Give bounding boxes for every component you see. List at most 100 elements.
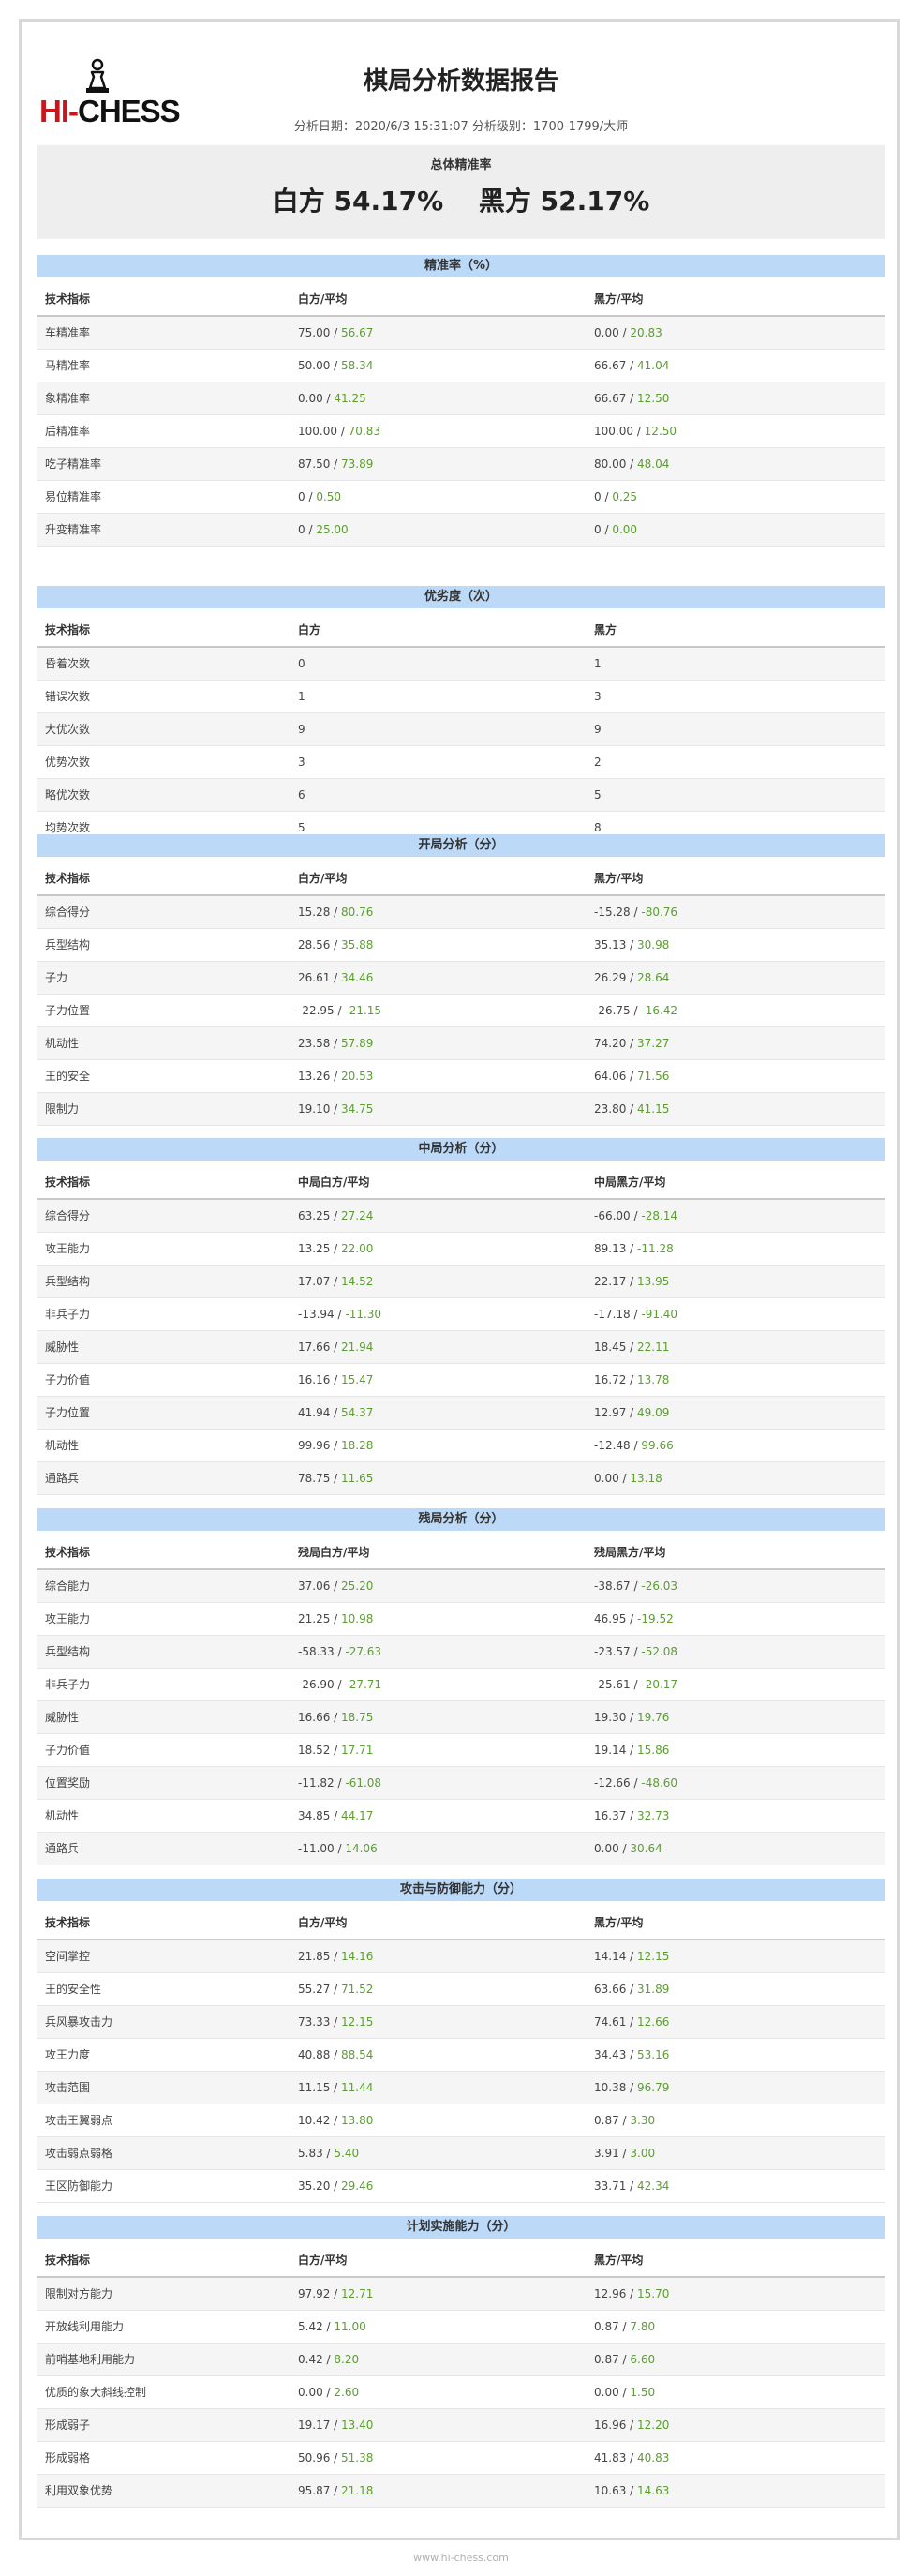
black-value: 0.00 (594, 2386, 619, 2399)
table-row: 形成弱子 19.17 / 13.40 16.96 / 12.20 (37, 2409, 885, 2442)
black-average: -19.52 (637, 1612, 674, 1625)
column-header: 白方/平均 (298, 292, 348, 306)
value-separator: / (322, 2147, 335, 2160)
black-value-cell: 3.91 / 3.00 (594, 2137, 655, 2169)
metric-name: 利用双象优势 (45, 2484, 113, 2497)
value-separator: / (630, 1580, 642, 1593)
black-value-cell: -17.18 / -91.40 (594, 1298, 677, 1330)
table-row: 错误次数 1 3 (37, 681, 885, 713)
black-value-cell: 19.14 / 15.86 (594, 1734, 669, 1766)
metric-name: 限制力 (45, 1102, 80, 1116)
white-average: 27.24 (341, 1209, 374, 1222)
value-separator: / (626, 1983, 638, 1996)
value-separator: / (330, 1809, 342, 1822)
white-average: 35.88 (341, 938, 374, 951)
column-header: 中局白方/平均 (298, 1176, 370, 1189)
section-table: 计划实施能力（分） 技术指标 白方/平均 黑方/平均 限制对方能力 97.92 / 12.… (37, 2216, 885, 2508)
black-value-cell: 33.71 / 42.34 (594, 2170, 669, 2202)
metric-name: 子力价值 (45, 1373, 91, 1386)
black-value-cell: 80.00 / 48.04 (594, 448, 669, 480)
value-separator: / (626, 1070, 638, 1083)
black-value-cell: -12.48 / 99.66 (594, 1430, 674, 1461)
white-value: 21.25 (298, 1612, 331, 1625)
section-table: 优劣度（次） 技术指标 白方 黑方 昏着次数 0 1 错误次数 1 3 大优次数 9 9 优势次数 3 2 略优… (37, 586, 885, 845)
column-header: 黑方/平均 (594, 2254, 644, 2267)
metric-name: 马精准率 (45, 359, 91, 372)
white-value-cell: 17.66 / 21.94 (298, 1331, 373, 1363)
table-row: 略优次数 6 5 (37, 779, 885, 812)
black-value-cell: -25.61 / -20.17 (594, 1669, 677, 1700)
black-value: -23.57 (594, 1645, 631, 1658)
white-average: 71.52 (341, 1983, 374, 1996)
white-average: 11.65 (341, 1472, 374, 1485)
white-value: 99.96 (298, 1439, 331, 1452)
table-row: 攻击范围 11.15 / 11.44 10.38 / 96.79 (37, 2072, 885, 2104)
white-value-cell: 28.56 / 35.88 (298, 929, 373, 961)
white-value-cell: 97.92 / 12.71 (298, 2278, 373, 2310)
metric-name: 限制对方能力 (45, 2287, 113, 2300)
column-header: 黑方/平均 (594, 292, 644, 306)
black-value: 0 (594, 490, 602, 503)
white-value-cell: 17.07 / 14.52 (298, 1266, 373, 1297)
value-separator: / (626, 359, 638, 372)
white-average: 13.80 (341, 2114, 374, 2127)
white-value: 23.58 (298, 1037, 331, 1050)
value-separator: / (330, 1102, 342, 1116)
value-separator: / (618, 2147, 631, 2160)
column-header: 黑方/平均 (594, 872, 644, 885)
column-header: 技术指标 (45, 623, 91, 637)
white-value: 87.50 (298, 457, 331, 471)
white-accuracy: 白方 54.17% (272, 186, 444, 217)
white-average: 80.76 (341, 906, 374, 919)
white-average: 29.46 (341, 2179, 374, 2193)
black-value-cell: 34.43 / 53.16 (594, 2039, 669, 2071)
value-separator: / (626, 1275, 638, 1288)
value-separator: / (626, 1406, 638, 1419)
white-value-cell: 21.25 / 10.98 (298, 1603, 373, 1635)
white-value-cell: 6 (298, 779, 305, 811)
black-value: 0.00 (594, 1842, 619, 1855)
black-value-cell: 0 / 0.00 (594, 514, 637, 546)
white-value: 13.25 (298, 1242, 331, 1255)
white-average: 41.25 (334, 392, 366, 405)
black-value-cell: 0.87 / 7.80 (594, 2311, 655, 2343)
black-average: 12.50 (637, 392, 670, 405)
black-value-cell: 12.96 / 15.70 (594, 2278, 669, 2310)
white-average: 58.34 (341, 359, 374, 372)
black-value-cell: 74.20 / 37.27 (594, 1027, 669, 1059)
white-value: 18.52 (298, 1744, 331, 1757)
value-separator: / (330, 457, 342, 471)
column-header: 白方/平均 (298, 1916, 348, 1929)
black-average: -91.40 (641, 1308, 678, 1321)
white-value: -26.90 (298, 1678, 335, 1691)
table-header: 技术指标 白方/平均 黑方/平均 (37, 1901, 885, 1940)
section-title: 中局分析（分） (37, 1138, 885, 1161)
column-header: 白方/平均 (298, 2254, 348, 2267)
white-value-cell: 0 / 0.50 (298, 481, 341, 513)
metric-name: 机动性 (45, 1439, 80, 1452)
black-value-cell: 3 (594, 681, 602, 712)
footer-url: www.hi-chess.com (413, 2552, 509, 2564)
white-average: 44.17 (341, 1809, 374, 1822)
white-average: 21.94 (341, 1340, 374, 1354)
white-value-cell: 26.61 / 34.46 (298, 962, 373, 994)
table-row: 子力价值 16.16 / 15.47 16.72 / 13.78 (37, 1364, 885, 1397)
black-value: 64.06 (594, 1070, 627, 1083)
value-separator: / (330, 1242, 342, 1255)
metric-name: 位置奖励 (45, 1776, 91, 1790)
table-row: 开放线利用能力 5.42 / 11.00 0.87 / 7.80 (37, 2311, 885, 2344)
table-row: 威胁性 17.66 / 21.94 18.45 / 22.11 (37, 1331, 885, 1364)
black-average: -28.14 (641, 1209, 678, 1222)
white-average: -27.71 (345, 1678, 382, 1691)
white-value: -58.33 (298, 1645, 335, 1658)
white-average: 2.60 (334, 2386, 360, 2399)
metric-name: 昏着次数 (45, 657, 91, 670)
white-value: 10.42 (298, 2114, 331, 2127)
white-value-cell: 1 (298, 681, 305, 712)
black-value: -25.61 (594, 1678, 631, 1691)
table-row: 兵型结构 17.07 / 14.52 22.17 / 13.95 (37, 1266, 885, 1298)
metric-name: 攻击弱点弱格 (45, 2147, 113, 2160)
table-row: 马精准率 50.00 / 58.34 66.67 / 41.04 (37, 350, 885, 382)
white-value: 0.00 (298, 392, 323, 405)
black-value: 74.20 (594, 1037, 627, 1050)
